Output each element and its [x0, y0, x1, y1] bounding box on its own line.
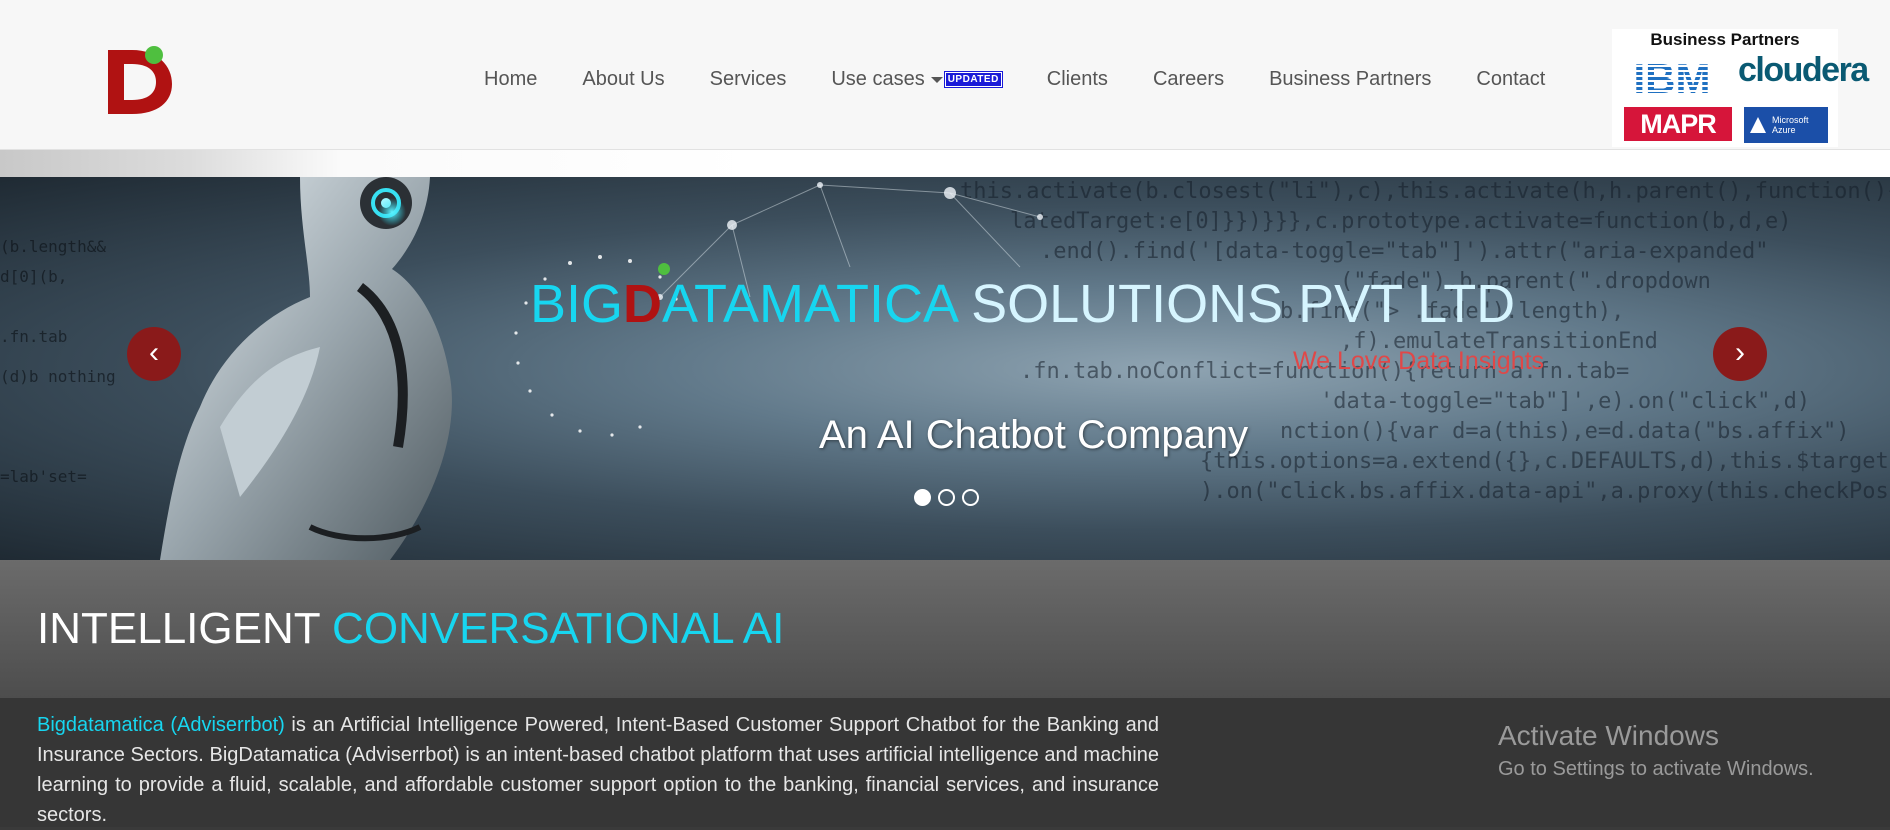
slider-next-button[interactable]: ›	[1713, 327, 1767, 381]
nav-contact-label: Contact	[1476, 68, 1546, 90]
code-background-line: this.activate(b.closest("li"),c),this.ac…	[960, 179, 1890, 204]
code-background-line: (b.length&&	[0, 237, 106, 256]
chevron-down-icon	[930, 76, 943, 83]
code-background-line: latedTarget:e[0]}})}}},c.prototype.activ…	[1010, 209, 1792, 234]
nav-careers-label: Careers	[1152, 68, 1225, 90]
code-background-line: nction(){var d=a(this),e=d.data("bs.affi…	[1280, 419, 1850, 444]
code-background-line: {this.options=a.extend({},c.DEFAULTS,d),…	[1200, 449, 1889, 474]
intro-heading-white: INTELLIGENT	[37, 604, 333, 653]
intro-paragraph-highlight: Bigdatamatica (Adviserrbot)	[37, 714, 285, 736]
chevron-right-icon: ›	[1735, 336, 1745, 369]
code-background-line: ).on("click.bs.affix.data-api",a.proxy(t…	[1200, 479, 1889, 504]
main-nav: Home About Us Services Use cases UPDATED…	[484, 68, 1590, 91]
nav-home[interactable]: Home	[484, 68, 537, 91]
azure-line1: Microsoft	[1772, 115, 1809, 125]
windows-activation-watermark: Activate Windows Go to Settings to activ…	[1498, 720, 1814, 781]
code-background-line: 'data-toggle="tab"]',e).on("click",d)	[1320, 389, 1811, 414]
code-background-line: (d)b nothing	[0, 367, 116, 386]
business-partners-panel: Business Partners IBM cloudera MAPR Micr…	[1612, 29, 1869, 147]
cloudera-logo: cloudera	[1738, 51, 1869, 89]
mapr-logo: MAPR	[1624, 107, 1732, 141]
nav-business-partners-label: Business Partners	[1269, 68, 1432, 90]
nav-careers[interactable]: Careers	[1153, 68, 1224, 91]
nav-contact[interactable]: Contact	[1476, 68, 1545, 91]
intro-heading: INTELLIGENT CONVERSATIONAL AI	[37, 604, 784, 654]
azure-icon	[1750, 117, 1766, 133]
azure-logo: Microsoft Azure	[1744, 107, 1828, 143]
slider-dot-1[interactable]	[914, 489, 931, 506]
code-background-line: .end().find('[data-toggle="tab"]').attr(…	[1040, 239, 1769, 264]
hero-title-atamatica: ATAMATICA	[662, 274, 957, 334]
hero-slider: this.activate(b.closest("li"),c),this.ac…	[0, 177, 1890, 560]
header-divider-strip	[0, 150, 1890, 177]
hero-title-solutions: SOLUTIONS PVT LTD	[956, 274, 1516, 334]
chevron-left-icon: ‹	[149, 336, 159, 369]
bigdatamatica-logo[interactable]	[106, 44, 176, 116]
slider-dot-2[interactable]	[938, 489, 955, 506]
intro-band: INTELLIGENT CONVERSATIONAL AI	[0, 560, 1890, 698]
slider-indicators	[914, 489, 986, 506]
nav-services[interactable]: Services	[710, 68, 787, 91]
robot-illustration	[160, 177, 452, 560]
ibm-logo: IBM	[1634, 57, 1711, 97]
watermark-subtitle: Go to Settings to activate Windows.	[1498, 758, 1814, 780]
nav-services-label: Services	[709, 68, 787, 90]
nav-clients[interactable]: Clients	[1047, 68, 1108, 91]
nav-clients-label: Clients	[1046, 68, 1108, 90]
slider-prev-button[interactable]: ‹	[127, 327, 181, 381]
hero-subtitle: An AI Chatbot Company	[819, 413, 1249, 457]
intro-heading-cyan: CONVERSATIONAL AI	[332, 604, 785, 653]
partners-title: Business Partners	[1650, 30, 1800, 49]
nav-use-cases-label: Use cases	[831, 68, 925, 90]
hero-title-d: D	[623, 274, 663, 334]
slider-dot-3[interactable]	[962, 489, 979, 506]
hero-title-big: BIG	[530, 274, 624, 334]
updated-badge: UPDATED	[943, 71, 1003, 88]
azure-logo-text: Microsoft Azure	[1772, 115, 1809, 135]
hero-company-title: BIGDATAMATICA SOLUTIONS PVT LTD	[530, 273, 1515, 335]
intro-paragraph: Bigdatamatica (Adviserrbot) is an Artifi…	[37, 710, 1159, 830]
nav-use-cases[interactable]: Use cases UPDATED	[831, 68, 1003, 91]
hero-tagline: We Love Data Insights	[1293, 347, 1545, 375]
nav-business-partners[interactable]: Business Partners	[1269, 68, 1431, 91]
azure-line2: Azure	[1772, 125, 1796, 135]
nav-home-label: Home	[484, 68, 538, 90]
nav-about-us-label: About Us	[582, 68, 665, 90]
ibm-logo-text: IBM	[1634, 57, 1711, 97]
nav-about-us[interactable]: About Us	[582, 68, 664, 91]
site-header: Home About Us Services Use cases UPDATED…	[0, 0, 1890, 150]
code-background-line: .fn.tab	[0, 327, 68, 346]
watermark-title: Activate Windows	[1498, 720, 1719, 751]
code-background-line: d[0](b,	[0, 267, 68, 286]
code-background-line: =lab'set=	[0, 467, 87, 486]
